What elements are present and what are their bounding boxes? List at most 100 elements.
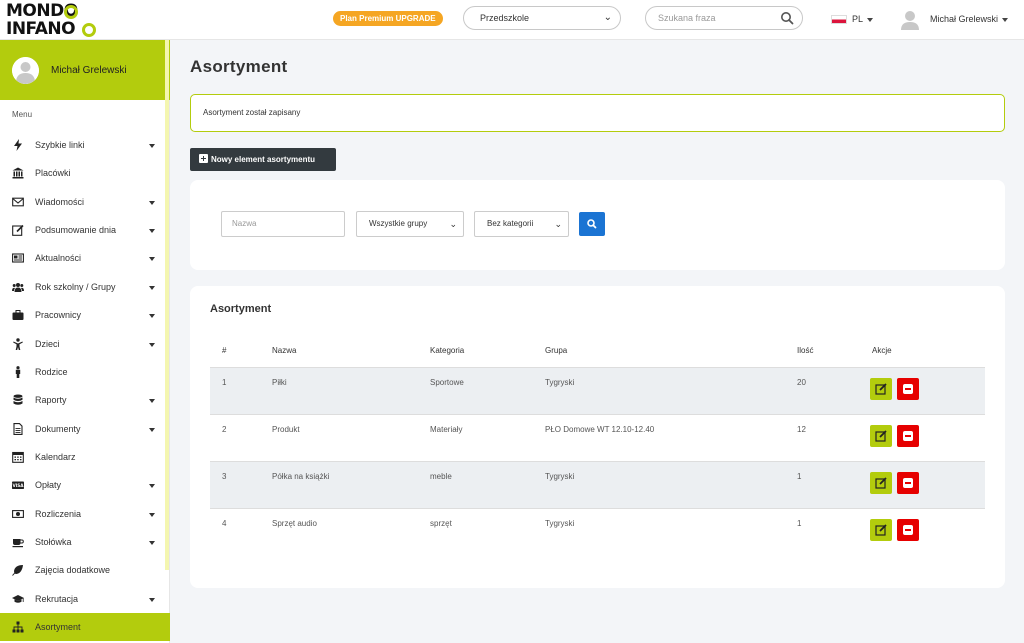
table-row: 4 Sprzęt audio sprzęt Tygryski 1 [210, 508, 985, 555]
newspaper-icon [12, 253, 24, 263]
polish-flag-icon[interactable] [831, 15, 847, 24]
sidebar-profile[interactable]: Michał Grelewski [0, 40, 170, 100]
logo-dot [82, 23, 96, 37]
cell-category: Materiały [430, 425, 463, 434]
column-header-number: # [222, 346, 227, 355]
search-icon[interactable] [780, 11, 794, 25]
sidebar-item-rekrutacja[interactable]: Rekrutacja [0, 585, 165, 613]
institution-select-value: Przedszkole [480, 13, 530, 23]
sidebar-item-asortyment[interactable]: Asortyment [0, 613, 170, 641]
sidebar-item-label: Opłaty [35, 480, 62, 490]
new-item-button-label: Nowy element asortymentu [211, 155, 316, 164]
sidebar-item-stolowka[interactable]: Stołówka [0, 528, 165, 556]
table-row: 3 Półka na książki meble Tygryski 1 [210, 461, 985, 508]
cell-group: Tygryski [545, 519, 575, 528]
bank-icon [12, 167, 24, 179]
plus-square-icon [199, 154, 208, 163]
edit-icon [875, 430, 887, 442]
sidebar-item-wiadomosci[interactable]: Wiadomości [0, 188, 165, 216]
sidebar-item-label: Asortyment [35, 622, 81, 632]
logo[interactable]: MONDO INFANO [6, 2, 106, 38]
cell-name: Produkt [272, 425, 300, 434]
sidebar-item-label: Zajęcia dodatkowe [35, 565, 111, 575]
column-header-name[interactable]: Nazwa [272, 346, 296, 355]
sidebar-item-zajecia-dodatkowe[interactable]: Zajęcia dodatkowe [0, 556, 165, 584]
sidebar-item-szybkie-linki[interactable]: Szybkie linki [0, 131, 165, 159]
cell-group: PŁO Domowe WT 12.10-12.40 [545, 425, 655, 434]
money-icon [12, 510, 24, 518]
edit-button[interactable] [870, 519, 892, 541]
top-bar: MONDO INFANO Plan Premium UPGRADE Przeds… [0, 0, 1024, 40]
caret-down-icon [149, 144, 155, 148]
edit-icon [875, 524, 887, 536]
caret-down-icon [149, 201, 155, 205]
sidebar-item-oplaty[interactable]: VISA Opłaty [0, 471, 165, 499]
sidebar-item-pracownicy[interactable]: Pracownicy [0, 301, 165, 329]
coffee-icon [12, 539, 24, 548]
group-filter-value: Wszystkie grupy [369, 219, 428, 228]
logo-dot [64, 5, 78, 19]
new-item-button[interactable]: Nowy element asortymentu [190, 148, 336, 171]
edit-button[interactable] [870, 472, 892, 494]
users-icon [12, 283, 24, 292]
sidebar-item-label: Aktualności [35, 253, 82, 263]
delete-button[interactable] [897, 472, 919, 494]
sidebar-item-label: Dokumenty [35, 424, 81, 434]
sitemap-icon [12, 621, 24, 633]
sidebar-item-rodzice[interactable]: Rodzice [0, 358, 165, 386]
edit-button[interactable] [870, 378, 892, 400]
sidebar-item-aktualnosci[interactable]: Aktualności [0, 244, 165, 272]
sidebar-item-rok-szkolny[interactable]: Rok szkolny / Grupy [0, 273, 165, 301]
institution-select[interactable]: Przedszkole ⌄ [463, 6, 621, 30]
minus-square-icon [903, 384, 913, 394]
table-row: 1 Piłki Sportowe Tygryski 20 [210, 367, 985, 414]
edit-icon [875, 383, 887, 395]
premium-upgrade-badge[interactable]: Plan Premium UPGRADE [333, 11, 443, 26]
column-header-quantity[interactable]: Ilość [797, 346, 813, 355]
chevron-down-icon: ⌄ [554, 219, 562, 229]
page-title: Asortyment [190, 57, 288, 76]
delete-button[interactable] [897, 425, 919, 447]
profile-name: Michał Grelewski [51, 65, 127, 76]
leaf-icon [12, 565, 23, 576]
bolt-icon [14, 139, 22, 151]
column-header-actions: Akcje [872, 346, 892, 355]
edit-icon [12, 224, 24, 236]
sidebar-item-podsumowanie-dnia[interactable]: Podsumowanie dnia [0, 216, 165, 244]
cell-number: 3 [222, 472, 227, 481]
caret-down-icon [149, 484, 155, 488]
filter-panel: Nazwa Wszystkie grupy ⌄ Bez kategorii ⌄ [190, 180, 1005, 270]
envelope-icon [12, 197, 24, 207]
sidebar-item-placowki[interactable]: Placówki [0, 159, 165, 187]
filter-search-button[interactable] [579, 212, 605, 236]
chevron-down-icon: ⌄ [449, 219, 457, 229]
sidebar-item-dzieci[interactable]: Dzieci [0, 330, 165, 358]
delete-button[interactable] [897, 519, 919, 541]
sidebar-item-label: Wiadomości [35, 197, 85, 207]
caret-down-icon [149, 428, 155, 432]
category-filter-select[interactable]: Bez kategorii ⌄ [474, 211, 569, 237]
user-avatar-icon[interactable] [901, 10, 919, 30]
sidebar-item-rozliczenia[interactable]: Rozliczenia [0, 500, 165, 528]
sidebar-item-label: Rok szkolny / Grupy [35, 282, 116, 292]
caret-down-icon [149, 286, 155, 290]
language-switcher[interactable]: PL [852, 12, 874, 26]
file-icon [13, 423, 23, 435]
column-header-group[interactable]: Grupa [545, 346, 567, 355]
name-filter-input[interactable]: Nazwa [221, 211, 345, 237]
sidebar-item-kalendarz[interactable]: Kalendarz [0, 443, 165, 471]
delete-button[interactable] [897, 378, 919, 400]
caret-down-icon [149, 598, 155, 602]
user-menu[interactable]: Michał Grelewski [930, 12, 1009, 26]
group-filter-select[interactable]: Wszystkie grupy ⌄ [356, 211, 464, 237]
cell-name: Piłki [272, 378, 287, 387]
edit-button[interactable] [870, 425, 892, 447]
column-header-category[interactable]: Kategoria [430, 346, 464, 355]
sidebar-item-raporty[interactable]: Raporty [0, 386, 165, 414]
sidebar-scrollbar[interactable] [165, 40, 169, 570]
sidebar-item-dokumenty[interactable]: Dokumenty [0, 415, 165, 443]
cell-number: 2 [222, 425, 227, 434]
caret-down-icon [149, 343, 155, 347]
sidebar-item-label: Dzieci [35, 339, 60, 349]
briefcase-icon [12, 310, 24, 320]
